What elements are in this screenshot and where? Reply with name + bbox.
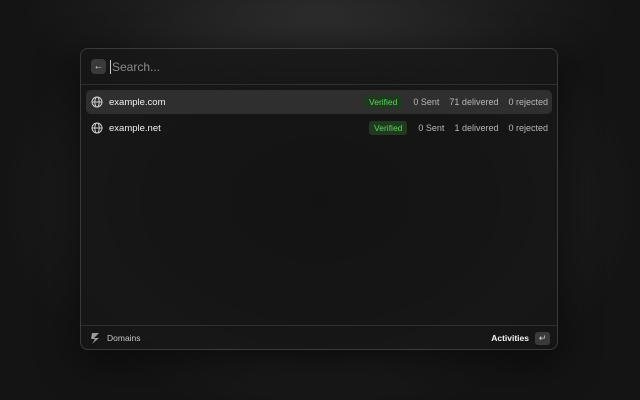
globe-icon bbox=[91, 122, 103, 134]
enter-key-icon[interactable]: ↵ bbox=[535, 331, 550, 345]
palette-footer: Domains Activities ↵ bbox=[81, 325, 557, 349]
section-label: Domains bbox=[107, 333, 141, 343]
delivered-count: 1 delivered bbox=[454, 123, 499, 133]
status-badge: Verified bbox=[364, 95, 403, 109]
domain-name: example.net bbox=[109, 122, 161, 134]
globe-icon bbox=[91, 96, 103, 108]
rejected-count: 0 rejected bbox=[508, 97, 548, 107]
activities-action[interactable]: Activities bbox=[491, 333, 529, 343]
domain-row-example-com[interactable]: example.com Verified 0 Sent 71 delivered… bbox=[86, 90, 552, 114]
search-input[interactable] bbox=[110, 59, 557, 74]
domain-row-example-net[interactable]: example.net Verified 0 Sent 1 delivered … bbox=[86, 116, 552, 140]
domain-name: example.com bbox=[109, 96, 166, 108]
rejected-count: 0 rejected bbox=[508, 123, 548, 133]
status-badge: Verified bbox=[369, 121, 408, 135]
app-logo-icon bbox=[88, 331, 102, 345]
arrow-left-icon: ← bbox=[93, 60, 104, 72]
back-button[interactable]: ← bbox=[91, 59, 106, 74]
sent-count: 0 Sent bbox=[413, 97, 440, 107]
command-palette: ← example.com Verified 0 Sent 71 deliver… bbox=[80, 48, 558, 350]
delivered-count: 71 delivered bbox=[449, 97, 499, 107]
sent-count: 0 Sent bbox=[418, 123, 445, 133]
domain-list: example.com Verified 0 Sent 71 delivered… bbox=[86, 90, 552, 142]
search-bar: ← bbox=[81, 49, 557, 85]
